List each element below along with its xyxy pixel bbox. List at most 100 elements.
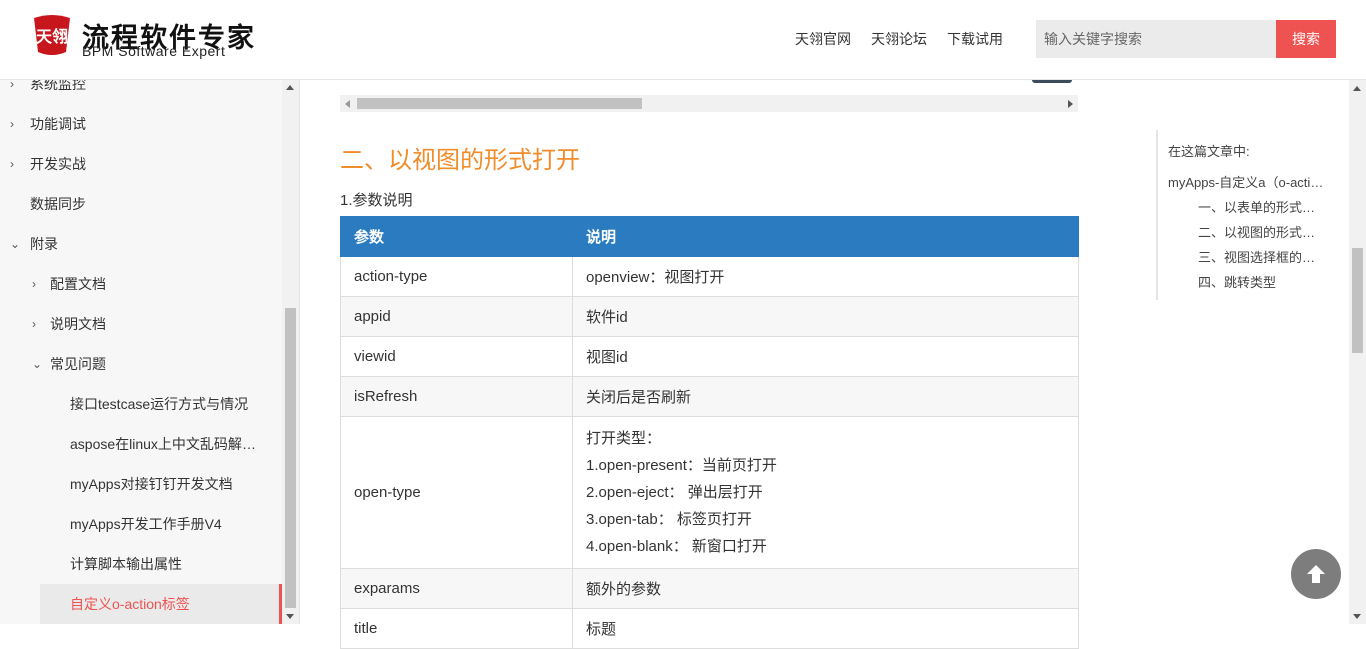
description-line: 打开类型：	[586, 430, 662, 447]
chevron-right-icon: ›	[10, 117, 14, 131]
scroll-up-arrow-icon[interactable]	[1353, 86, 1361, 91]
sidebar-item-debug[interactable]: › 功能调试	[0, 104, 282, 144]
toc-item-form-open[interactable]: 一、以表单的形式打开	[1198, 197, 1323, 216]
logo-mark-text: 天翎	[36, 27, 68, 46]
param-cell: viewid	[340, 336, 573, 377]
table-row: appid 软件id	[340, 296, 1079, 337]
parameter-table: 参数 说明 action-type openview：视图打开 appid 软件…	[340, 216, 1079, 649]
section-title: 二、以视图的形式打开	[340, 146, 580, 174]
sidebar-item-system-monitor[interactable]: › 系统监控	[0, 80, 282, 104]
table-row: isRefresh 关闭后是否刷新	[340, 376, 1079, 417]
column-header-param: 参数	[340, 216, 573, 257]
table-header-row: 参数 说明	[340, 216, 1079, 257]
table-row: exparams 额外的参数	[340, 568, 1079, 609]
chevron-down-icon: ⌄	[10, 237, 21, 251]
column-header-description: 说明	[572, 216, 1079, 257]
nav-link-official-site[interactable]: 天翎官网	[795, 29, 851, 49]
page-scrollbar-thumb[interactable]	[1352, 248, 1363, 353]
top-header: 天翎 流程软件专家 BPM Software Expert 天翎官网 天翎论坛 …	[0, 0, 1366, 80]
nav-link-forum[interactable]: 天翎论坛	[871, 29, 927, 49]
sidebar-item-label: 自定义o-action标签	[70, 596, 190, 612]
table-row: open-type 打开类型： 1.open-present：当前页打开 2.o…	[340, 416, 1079, 569]
param-cell: isRefresh	[340, 376, 573, 417]
table-row: action-type openview：视图打开	[340, 256, 1079, 297]
sidebar-item-aspose[interactable]: aspose在linux上中文乱码解决方案	[0, 424, 282, 464]
description-cell: 关闭后是否刷新	[572, 376, 1079, 417]
scroll-left-arrow-icon[interactable]	[345, 100, 350, 108]
search-input[interactable]	[1036, 20, 1276, 58]
param-cell: title	[340, 608, 573, 649]
sidebar-item-data-sync[interactable]: 数据同步	[0, 184, 282, 224]
chevron-right-icon: ›	[10, 80, 14, 91]
back-to-top-button[interactable]	[1291, 549, 1341, 599]
search-button[interactable]: 搜索	[1276, 20, 1336, 58]
sidebar-item-label: myApps开发工作手册V4	[70, 516, 222, 532]
toc-item-jump-type[interactable]: 四、跳转类型	[1198, 272, 1323, 291]
scroll-down-arrow-icon[interactable]	[286, 614, 294, 619]
sidebar-item-faq[interactable]: ⌄ 常见问题	[0, 344, 282, 384]
sidebar-item-label: 常见问题	[50, 356, 106, 372]
sidebar-nav: › 系统监控 › 功能调试 › 开发实战 数据同步 ⌄ 附录 › 配置文档 › …	[0, 80, 282, 624]
logo-subtitle: BPM Software Expert	[82, 43, 226, 59]
scroll-right-arrow-icon[interactable]	[1068, 100, 1073, 108]
scroll-down-arrow-icon[interactable]	[1353, 614, 1361, 619]
chevron-right-icon: ›	[10, 157, 14, 171]
sidebar-item-dev-manual[interactable]: myApps开发工作手册V4	[0, 504, 282, 544]
sidebar-item-label: 计算脚本输出属性	[70, 556, 182, 572]
sidebar-item-description-docs[interactable]: › 说明文档	[0, 304, 282, 344]
sidebar-item-label: 功能调试	[30, 116, 86, 132]
sidebar-item-label: myApps对接钉钉开发文档	[70, 476, 233, 492]
sidebar-scrollbar-thumb[interactable]	[285, 308, 296, 608]
chevron-right-icon: ›	[32, 277, 36, 291]
description-line: 4.open-blank： 新窗口打开	[586, 538, 767, 555]
sidebar-item-dingtalk[interactable]: myApps对接钉钉开发文档	[0, 464, 282, 504]
description-line: 2.open-eject： 弹出层打开	[586, 484, 763, 501]
code-block-horizontal-scrollbar[interactable]	[340, 95, 1078, 112]
sidebar-item-config-docs[interactable]: › 配置文档	[0, 264, 282, 304]
description-line: 1.open-present：当前页打开	[586, 457, 777, 474]
arrow-up-icon	[1307, 565, 1325, 583]
horizontal-scrollbar-thumb[interactable]	[357, 98, 642, 109]
description-cell: 视图id	[572, 336, 1079, 377]
page-scrollbar[interactable]	[1349, 80, 1366, 624]
toc-item-article[interactable]: myApps-自定义a（o-action）标签	[1168, 172, 1328, 191]
table-row: viewid 视图id	[340, 336, 1079, 377]
description-cell: 软件id	[572, 296, 1079, 337]
toc-item-view-open[interactable]: 二、以视图的形式打开	[1198, 222, 1323, 241]
sidebar-item-label: 附录	[30, 236, 58, 252]
search-bar: 搜索	[1036, 20, 1336, 58]
top-nav: 天翎官网 天翎论坛 下载试用	[795, 29, 1003, 49]
chevron-right-icon: ›	[32, 317, 36, 331]
sidebar-scrollbar[interactable]	[282, 80, 299, 624]
tianling-logo-icon: 天翎	[34, 15, 70, 55]
sidebar-item-o-action[interactable]: 自定义o-action标签	[40, 584, 282, 624]
description-line: 3.open-tab： 标签页打开	[586, 511, 752, 528]
param-cell: appid	[340, 296, 573, 337]
sidebar-item-dev-practice[interactable]: › 开发实战	[0, 144, 282, 184]
table-row: title 标题	[340, 608, 1079, 649]
description-cell: 标题	[572, 608, 1079, 649]
sidebar-item-label: 开发实战	[30, 156, 86, 172]
sidebar-item-testcase[interactable]: 接口testcase运行方式与情况	[0, 384, 282, 424]
sidebar-item-label: 配置文档	[50, 276, 106, 292]
logo[interactable]: 天翎 流程软件专家 BPM Software Expert	[30, 12, 254, 62]
sidebar-item-label: aspose在linux上中文乱码解决方案	[70, 436, 282, 452]
param-cell: open-type	[340, 416, 573, 569]
sidebar-item-appendix[interactable]: ⌄ 附录	[0, 224, 282, 264]
nav-link-download-trial[interactable]: 下载试用	[947, 29, 1003, 49]
description-cell: openview：视图打开	[572, 256, 1079, 297]
table-of-contents: 在这篇文章中: myApps-自定义a（o-action）标签 一、以表单的形式…	[1156, 130, 1341, 300]
code-block-edge	[1032, 80, 1072, 83]
sidebar-item-label: 说明文档	[50, 316, 106, 332]
sidebar-item-label: 系统监控	[30, 80, 86, 92]
sidebar-item-script-output[interactable]: 计算脚本输出属性	[0, 544, 282, 584]
sidebar-item-label: 数据同步	[30, 196, 86, 212]
param-cell: action-type	[340, 256, 573, 297]
toc-item-view-select[interactable]: 三、视图选择框的形式打开	[1198, 247, 1323, 266]
description-cell: 额外的参数	[572, 568, 1079, 609]
sidebar: › 系统监控 › 功能调试 › 开发实战 数据同步 ⌄ 附录 › 配置文档 › …	[0, 80, 300, 624]
scroll-up-arrow-icon[interactable]	[286, 85, 294, 90]
description-cell: 打开类型： 1.open-present：当前页打开 2.open-eject：…	[572, 416, 1079, 569]
toc-heading: 在这篇文章中:	[1168, 144, 1250, 159]
sub-heading: 1.参数说明	[340, 192, 413, 209]
